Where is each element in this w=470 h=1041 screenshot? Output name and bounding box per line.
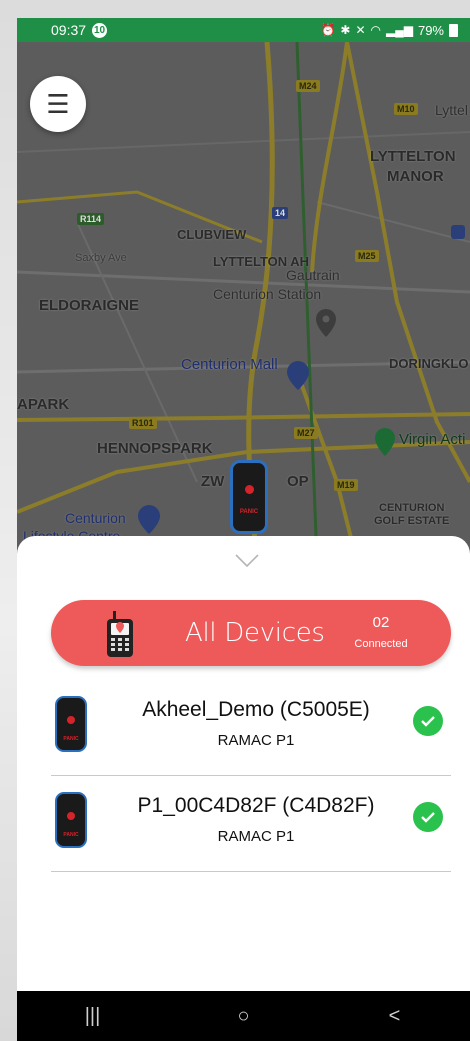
device-name: P1_00C4D82F (C4D82F): [137, 794, 375, 817]
map-view[interactable]: M24 M10 Lyttel LYTTELTON MANOR R114 14 C…: [17, 42, 470, 562]
mute-icon: ✕: [355, 23, 366, 37]
panic-button-dot: [67, 812, 75, 820]
home-button[interactable]: ○: [214, 996, 274, 1036]
connected-count-label: Connected: [354, 638, 408, 650]
road-badge-m27: M27: [294, 427, 318, 439]
alarm-icon: ⏰: [320, 23, 336, 37]
map-label-apark: APARK: [17, 396, 70, 413]
panic-device-icon: PANIC: [55, 696, 87, 752]
device-name: Akheel_Demo (C5005E): [142, 698, 370, 721]
device-model: RAMAC P1: [217, 828, 295, 845]
road-badge-m25: M25: [355, 250, 379, 262]
road-badge-14: 14: [272, 207, 289, 219]
battery-icon: [449, 23, 458, 37]
map-label-lifestyle-1: Centurion: [65, 510, 126, 526]
panic-button-dot: [67, 716, 75, 724]
menu-button[interactable]: ☰: [30, 76, 86, 132]
map-label-eldoraigne: ELDORAIGNE: [39, 297, 140, 314]
connected-check-icon: [413, 706, 443, 736]
road-badge-m19: M19: [334, 479, 358, 491]
panic-button-dot: [245, 485, 254, 494]
map-label-lyttel: Lyttel: [435, 102, 468, 118]
map-label-lyttelton-manor-2: MANOR: [387, 168, 444, 185]
map-label-centurion-station: Centurion Station: [213, 286, 322, 302]
road-badge-r114: R114: [77, 213, 105, 225]
battery-percent: 79%: [417, 22, 444, 38]
connected-count: 02: [372, 614, 390, 631]
all-devices-label: All Devices: [185, 618, 325, 648]
wifi-icon: ◠: [370, 23, 381, 37]
back-button[interactable]: <: [365, 996, 425, 1036]
device-model: RAMAC P1: [217, 732, 295, 749]
menu-icon: ☰: [46, 88, 70, 119]
signal-icon: ▂▄▆: [386, 23, 413, 37]
all-devices-button[interactable]: All Devices 02 Connected: [51, 600, 451, 666]
map-label-saxby: Saxby Ave: [75, 252, 127, 264]
map-label-hennopspark: HENNOPSPARK: [97, 440, 213, 457]
road-badge-m10: M10: [394, 103, 418, 115]
map-label-centurion-mall: Centurion Mall: [181, 356, 278, 373]
map-label-centurion-golf-1: CENTURION: [379, 502, 445, 514]
road-badge-r101: R101: [129, 417, 157, 429]
map-label-op: OP: [287, 473, 309, 490]
system-nav-bar: ||| ○ <: [17, 991, 470, 1041]
walkie-talkie-icon: [107, 611, 133, 657]
connected-check-icon: [413, 802, 443, 832]
map-label-lyttelton-manor-1: LYTTELTON: [370, 148, 456, 165]
map-label-doringkloof: DORINGKLO: [389, 356, 469, 371]
device-map-marker[interactable]: PANIC: [230, 460, 268, 534]
road-badge-m24: M24: [296, 80, 320, 92]
notification-count-badge: 10: [92, 22, 108, 38]
device-badge-text: PANIC: [63, 736, 79, 742]
status-bar: 09:37 10 ⏰ ✱ ✕ ◠ ▂▄▆ 79%: [17, 18, 470, 42]
device-row[interactable]: PANIC Akheel_Demo (C5005E) RAMAC P1: [51, 680, 451, 776]
chevron-down-icon[interactable]: [235, 554, 259, 568]
map-label-gautrain: Gautrain: [286, 267, 340, 283]
marker-panic-label: PANIC: [239, 509, 259, 515]
map-label-virgin: Virgin Acti: [399, 431, 466, 448]
panic-device-icon: PANIC: [55, 792, 87, 848]
map-label-clubview: CLUBVIEW: [177, 227, 247, 242]
map-label-centurion-golf-2: GOLF ESTATE: [374, 515, 450, 527]
recent-apps-button[interactable]: |||: [63, 996, 123, 1036]
device-badge-text: PANIC: [63, 832, 79, 838]
device-row[interactable]: PANIC P1_00C4D82F (C4D82F) RAMAC P1: [51, 776, 451, 872]
bluetooth-icon: ✱: [340, 23, 351, 37]
phone-screen: 09:37 10 ⏰ ✱ ✕ ◠ ▂▄▆ 79% M24 M10 Lyttel …: [17, 18, 470, 1041]
status-time: 09:37: [51, 22, 87, 38]
map-label-zw: ZW: [201, 473, 225, 490]
devices-bottom-sheet: All Devices 02 Connected PANIC Akheel_De…: [17, 536, 470, 991]
